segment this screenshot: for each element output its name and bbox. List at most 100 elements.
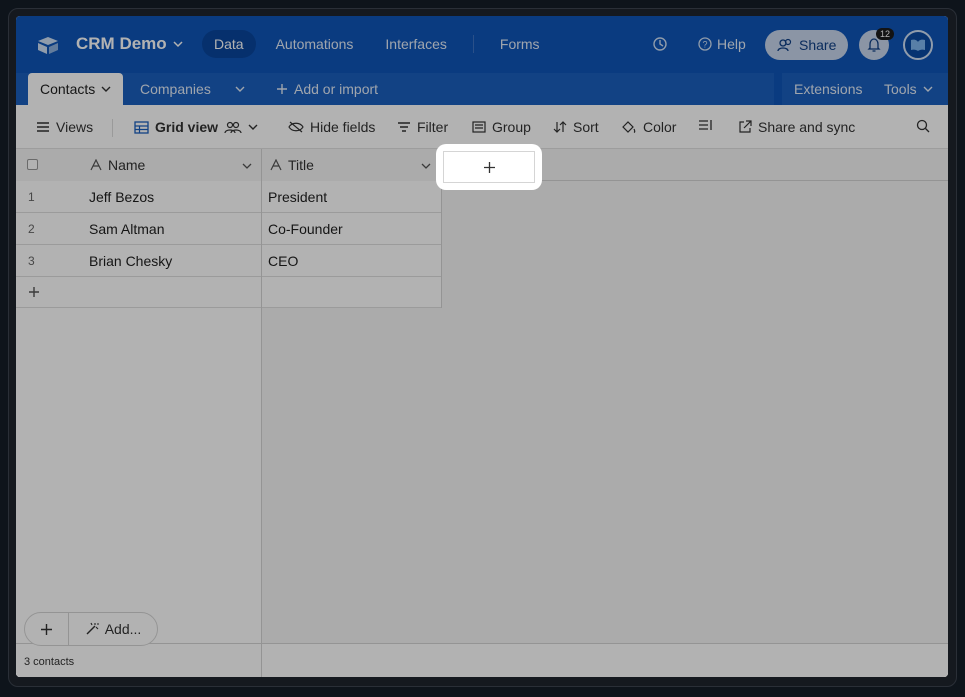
column-divider <box>261 245 262 277</box>
search-icon <box>916 119 930 133</box>
sort-button[interactable]: Sort <box>553 119 599 135</box>
history-icon[interactable] <box>652 36 668 52</box>
extensions-label: Extensions <box>794 81 863 97</box>
record-count: 3 contacts <box>24 656 75 668</box>
tab-companies[interactable]: Companies <box>128 73 223 105</box>
share-label: Share <box>799 37 837 53</box>
column-divider <box>441 277 442 308</box>
column-divider <box>441 213 442 245</box>
tools-label: Tools <box>884 81 917 97</box>
views-label: Views <box>56 119 94 135</box>
title-column-header[interactable]: Title <box>262 149 442 181</box>
avatar[interactable] <box>903 30 933 60</box>
add-field-button[interactable] <box>443 151 535 183</box>
hide-fields-button[interactable]: Hide fields <box>288 119 375 135</box>
collaborators-icon <box>224 121 242 134</box>
tab-contacts[interactable]: Contacts <box>28 73 124 105</box>
svg-text:?: ? <box>702 40 707 50</box>
add-label: Add... <box>104 621 142 637</box>
share-sync-button[interactable]: Share and sync <box>738 119 855 135</box>
base-name-menu[interactable]: CRM Demo <box>76 34 183 54</box>
name-cell[interactable]: Sam Altman <box>89 213 164 245</box>
nav-automations[interactable]: Automations <box>264 30 366 58</box>
chevron-down-icon <box>923 86 933 92</box>
title-column-label: Title <box>288 157 314 173</box>
base-name: CRM Demo <box>76 34 167 53</box>
nav-forms[interactable]: Forms <box>488 30 552 58</box>
help-icon: ? <box>698 37 712 51</box>
sort-label: Sort <box>573 119 599 135</box>
toolbar-divider <box>112 119 113 137</box>
top-nav: Data Automations Interfaces Forms <box>202 30 552 58</box>
menu-icon <box>37 122 49 132</box>
row-height-button[interactable] <box>698 119 714 131</box>
extensions-button[interactable]: Extensions <box>782 73 874 105</box>
help-label: Help <box>717 36 746 52</box>
chevron-down-icon[interactable] <box>421 161 431 171</box>
text-field-icon <box>270 159 282 171</box>
tab-contacts-label: Contacts <box>40 81 96 97</box>
title-cell[interactable]: President <box>268 181 327 213</box>
plus-icon <box>29 287 39 297</box>
add-row[interactable] <box>16 277 442 308</box>
magic-wand-icon <box>86 622 99 635</box>
help-button[interactable]: ? Help <box>698 36 746 52</box>
share-sync-label: Share and sync <box>758 119 856 135</box>
color-label: Color <box>643 119 677 135</box>
plus-icon <box>41 623 52 635</box>
grid-view-label: Grid view <box>155 119 219 135</box>
paint-bucket-icon <box>622 121 636 134</box>
share-button[interactable]: Share <box>765 30 849 60</box>
chevron-down-icon <box>101 86 111 92</box>
column-divider <box>441 245 442 277</box>
sort-icon <box>553 121 567 133</box>
group-label: Group <box>492 119 531 135</box>
table-tabs-bar: Contacts Companies Add or import Extensi… <box>16 73 948 105</box>
search-button[interactable] <box>916 119 930 133</box>
top-bar: CRM Demo Data Automations Interfaces For… <box>16 16 948 73</box>
nav-divider <box>472 35 474 53</box>
column-divider <box>261 213 262 245</box>
add-record-button[interactable] <box>25 612 69 646</box>
group-button[interactable]: Group <box>472 119 531 135</box>
table-row[interactable]: 3 Brian Chesky CEO <box>16 245 442 277</box>
nav-interfaces[interactable]: Interfaces <box>373 30 458 58</box>
table-row[interactable]: 2 Sam Altman Co-Founder <box>16 213 442 245</box>
nav-data[interactable]: Data <box>202 30 256 58</box>
views-button[interactable]: Views <box>36 119 93 135</box>
plus-icon <box>483 161 495 173</box>
name-column-header-wrap: Name <box>16 149 262 181</box>
external-link-icon <box>739 120 752 133</box>
name-column-label: Name <box>108 157 146 173</box>
user-avatar-icon <box>911 39 925 51</box>
text-field-icon <box>90 159 102 171</box>
add-or-import-label: Add or import <box>294 81 379 97</box>
tools-button[interactable]: Tools <box>872 73 945 105</box>
notification-badge: 12 <box>876 28 895 40</box>
more-tables-button[interactable] <box>223 73 257 105</box>
column-divider <box>261 277 262 308</box>
plus-icon <box>277 84 287 94</box>
select-all-checkbox[interactable] <box>27 159 38 170</box>
name-cell[interactable]: Jeff Bezos <box>89 181 154 213</box>
grid-view-button[interactable]: Grid view <box>134 119 258 135</box>
add-or-import-button[interactable]: Add or import <box>264 73 390 105</box>
chevron-down-icon[interactable] <box>242 161 252 171</box>
title-cell[interactable]: Co-Founder <box>268 213 343 245</box>
grid-area: Name Title 1 Jeff Bezos President 2 Sam … <box>16 149 948 677</box>
chevron-down-icon <box>235 86 245 92</box>
name-column-header[interactable]: Name <box>90 149 145 181</box>
filter-button[interactable]: Filter <box>397 119 448 135</box>
filter-label: Filter <box>417 119 449 135</box>
table-row[interactable]: 1 Jeff Bezos President <box>16 181 442 213</box>
filter-icon <box>398 122 410 132</box>
color-button[interactable]: Color <box>621 119 676 135</box>
name-cell[interactable]: Brian Chesky <box>89 245 172 277</box>
title-cell[interactable]: CEO <box>268 245 298 277</box>
chevron-down-icon <box>173 41 183 48</box>
base-logo-icon[interactable] <box>36 35 60 55</box>
footer-divider <box>261 644 262 677</box>
add-with-ai-button[interactable]: Add... <box>69 612 157 646</box>
row-height-icon <box>699 120 712 130</box>
column-divider <box>261 181 262 213</box>
